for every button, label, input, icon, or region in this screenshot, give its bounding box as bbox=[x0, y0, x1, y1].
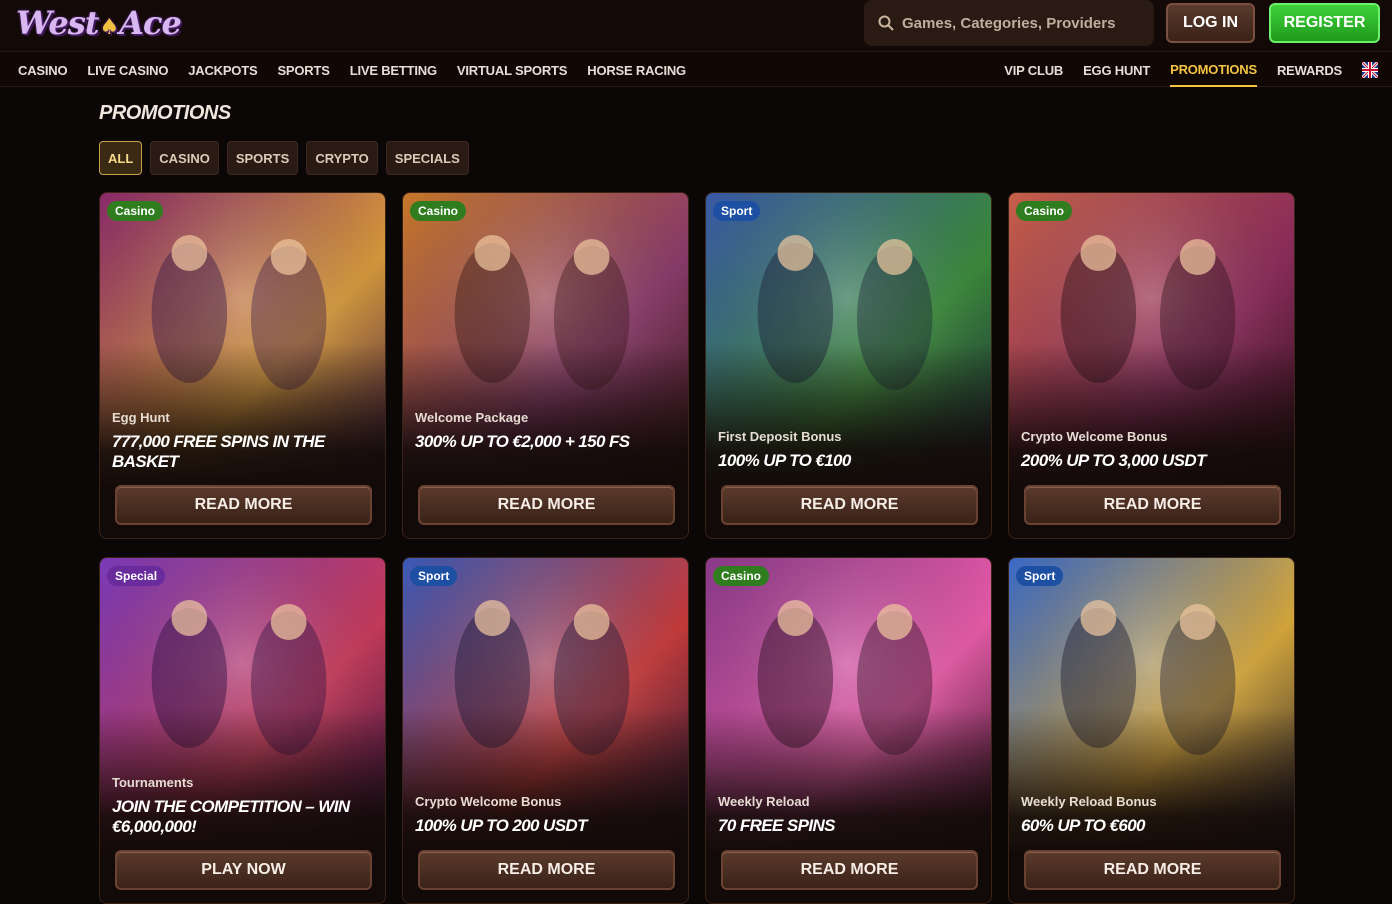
category-badge: Casino bbox=[713, 566, 770, 586]
filter-sports[interactable]: SPORTS bbox=[226, 141, 299, 175]
spade-icon: ♠ bbox=[99, 14, 119, 40]
promo-subtitle: Weekly Reload bbox=[718, 794, 810, 809]
category-badge: Casino bbox=[1016, 201, 1073, 221]
promo-headline: 100% UP TO 200 USDT bbox=[415, 816, 588, 835]
promo-subtitle: Crypto Welcome Bonus bbox=[1021, 429, 1168, 444]
promo-card[interactable]: Casino Weekly Reload 70 FREE SPINS READ … bbox=[705, 557, 992, 904]
filter-crypto[interactable]: CRYPTO bbox=[306, 141, 378, 175]
top-header: West♠Ace LOG IN REGISTER bbox=[0, 0, 1392, 52]
category-badge: Special bbox=[107, 566, 166, 586]
promo-subtitle: Crypto Welcome Bonus bbox=[415, 794, 562, 809]
nav-item-promotions[interactable]: PROMOTIONS bbox=[1170, 53, 1257, 87]
page-title: PROMOTIONS bbox=[99, 102, 231, 124]
promo-headline: 777,000 FREE SPINS IN THE BASKET bbox=[112, 432, 325, 471]
read-more-button[interactable]: READ MORE bbox=[721, 850, 978, 890]
nav-item-virtual-sports[interactable]: VIRTUAL SPORTS bbox=[457, 53, 568, 87]
search-icon bbox=[878, 15, 894, 31]
promo-subtitle: Welcome Package bbox=[415, 410, 529, 425]
read-more-button[interactable]: READ MORE bbox=[115, 485, 372, 525]
promo-subtitle: Weekly Reload Bonus bbox=[1021, 794, 1157, 809]
promo-headline: 60% UP TO €600 bbox=[1021, 816, 1146, 835]
site-logo[interactable]: West♠Ace bbox=[16, 4, 182, 42]
promo-filters: ALL CASINO SPORTS CRYPTO SPECIALS bbox=[99, 141, 469, 175]
promo-subtitle: Tournaments bbox=[112, 775, 194, 790]
category-badge: Casino bbox=[107, 201, 164, 221]
read-more-button[interactable]: READ MORE bbox=[418, 850, 675, 890]
filter-all[interactable]: ALL bbox=[99, 141, 143, 175]
nav-item-horse-racing[interactable]: HORSE RACING bbox=[587, 53, 686, 87]
promo-card[interactable]: Casino Welcome Package 300% UP TO €2,000… bbox=[402, 192, 689, 539]
read-more-button[interactable]: READ MORE bbox=[721, 485, 978, 525]
promo-card[interactable]: Sport Crypto Welcome Bonus 100% UP TO 20… bbox=[402, 557, 689, 904]
category-badge: Sport bbox=[713, 201, 761, 221]
promo-subtitle: First Deposit Bonus bbox=[718, 429, 842, 444]
search-input[interactable] bbox=[902, 14, 1142, 32]
promo-card[interactable]: Casino Crypto Welcome Bonus 200% UP TO 3… bbox=[1008, 192, 1295, 539]
nav-item-live-casino[interactable]: LIVE CASINO bbox=[87, 53, 168, 87]
promo-card[interactable]: Sport First Deposit Bonus 100% UP TO €10… bbox=[705, 192, 992, 539]
promo-card[interactable]: Casino Egg Hunt 777,000 FREE SPINS IN TH… bbox=[99, 192, 386, 539]
register-button[interactable]: REGISTER bbox=[1269, 3, 1380, 43]
read-more-button[interactable]: READ MORE bbox=[1024, 485, 1281, 525]
nav-item-vip-club[interactable]: VIP CLUB bbox=[1004, 53, 1063, 87]
promo-headline: JOIN THE COMPETITION – WIN €6,000,000! bbox=[112, 797, 350, 836]
uk-flag-icon[interactable] bbox=[1362, 62, 1378, 78]
nav-item-live-betting[interactable]: LIVE BETTING bbox=[350, 53, 437, 87]
read-more-button[interactable]: PLAY NOW bbox=[115, 850, 372, 890]
nav-item-jackpots[interactable]: JACKPOTS bbox=[188, 53, 257, 87]
promo-card[interactable]: Sport Weekly Reload Bonus 60% UP TO €600… bbox=[1008, 557, 1295, 904]
promo-card[interactable]: Special Tournaments JOIN THE COMPETITION… bbox=[99, 557, 386, 904]
category-badge: Casino bbox=[410, 201, 467, 221]
promo-subtitle: Egg Hunt bbox=[112, 410, 170, 425]
read-more-button[interactable]: READ MORE bbox=[1024, 850, 1281, 890]
promo-headline: 300% UP TO €2,000 + 150 FS bbox=[415, 432, 630, 451]
read-more-button[interactable]: READ MORE bbox=[418, 485, 675, 525]
filter-casino[interactable]: CASINO bbox=[150, 141, 219, 175]
promo-headline: 200% UP TO 3,000 USDT bbox=[1021, 451, 1206, 470]
nav-item-rewards[interactable]: REWARDS bbox=[1277, 53, 1342, 87]
main-nav: CASINO LIVE CASINO JACKPOTS SPORTS LIVE … bbox=[0, 53, 1392, 87]
login-button[interactable]: LOG IN bbox=[1166, 3, 1255, 43]
category-badge: Sport bbox=[1016, 566, 1064, 586]
search-bar[interactable] bbox=[864, 0, 1154, 46]
nav-item-casino[interactable]: CASINO bbox=[18, 53, 68, 87]
promotions-grid: Casino Egg Hunt 777,000 FREE SPINS IN TH… bbox=[99, 192, 1295, 904]
nav-item-egg-hunt[interactable]: EGG HUNT bbox=[1083, 53, 1150, 87]
filter-specials[interactable]: SPECIALS bbox=[385, 141, 469, 175]
promo-headline: 100% UP TO €100 bbox=[718, 451, 851, 470]
nav-item-sports[interactable]: SPORTS bbox=[277, 53, 329, 87]
category-badge: Sport bbox=[410, 566, 458, 586]
promo-headline: 70 FREE SPINS bbox=[718, 816, 836, 835]
